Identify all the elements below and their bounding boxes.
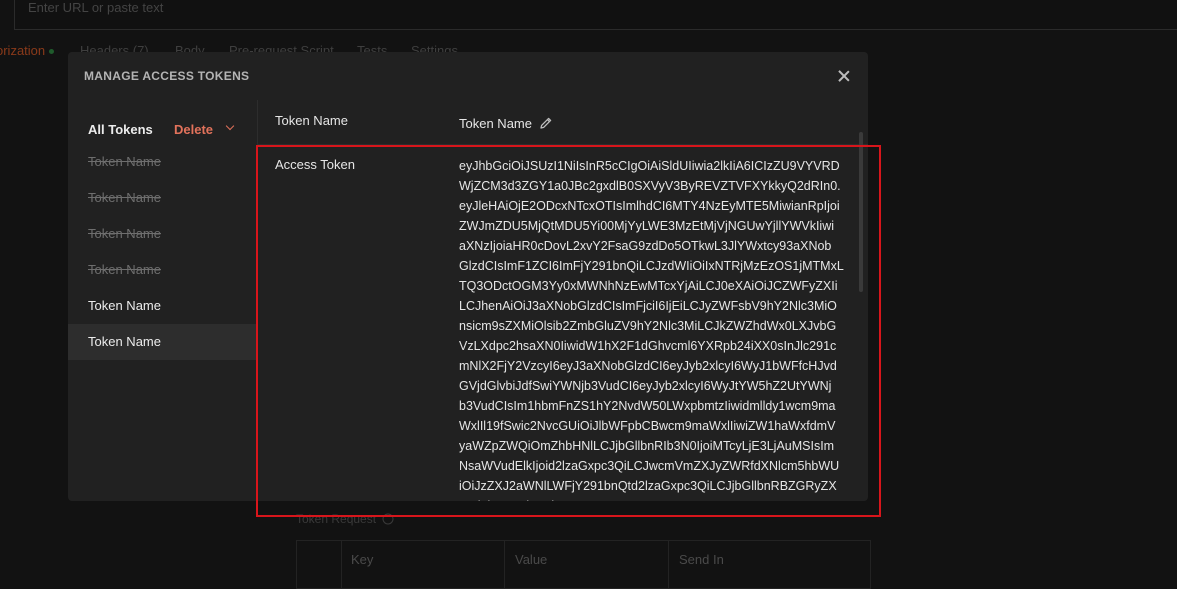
- token-item-expired[interactable]: Token Name: [68, 252, 257, 288]
- all-tokens-label: All Tokens: [88, 122, 153, 137]
- token-item-expired[interactable]: Token Name: [68, 216, 257, 252]
- sidebar-header: All Tokens Delete: [88, 122, 258, 140]
- modal-header: MANAGE ACCESS TOKENS: [68, 52, 868, 100]
- url-bar[interactable]: Enter URL or paste text: [14, 0, 1177, 30]
- token-request-table: Key Value Send In: [296, 540, 871, 589]
- close-icon[interactable]: [836, 68, 852, 84]
- active-dot-icon: [49, 49, 55, 55]
- tab-authorization[interactable]: orization: [0, 43, 55, 58]
- pencil-icon[interactable]: [539, 116, 553, 130]
- column-header-send-in: Send In: [679, 552, 724, 567]
- delete-button[interactable]: Delete: [174, 122, 213, 137]
- token-item-selected[interactable]: Token Name: [68, 324, 257, 360]
- token-item[interactable]: Token Name: [68, 288, 257, 324]
- token-list: Token Name Token Name Token Name Token N…: [68, 144, 257, 360]
- column-header-value: Value: [515, 552, 548, 567]
- column-header-key: Key: [351, 552, 374, 567]
- highlight-box: [256, 145, 881, 517]
- token-item-expired[interactable]: Token Name: [68, 180, 257, 216]
- token-name-label: Token Name: [275, 113, 348, 128]
- token-name-value[interactable]: Token Name: [459, 116, 532, 131]
- modal-title: MANAGE ACCESS TOKENS: [84, 69, 250, 83]
- chevron-down-icon[interactable]: [226, 123, 236, 133]
- url-placeholder: Enter URL or paste text: [28, 0, 164, 15]
- token-sidebar: All Tokens Delete Token Name Token Name …: [68, 100, 258, 501]
- token-item-expired[interactable]: Token Name: [68, 144, 257, 180]
